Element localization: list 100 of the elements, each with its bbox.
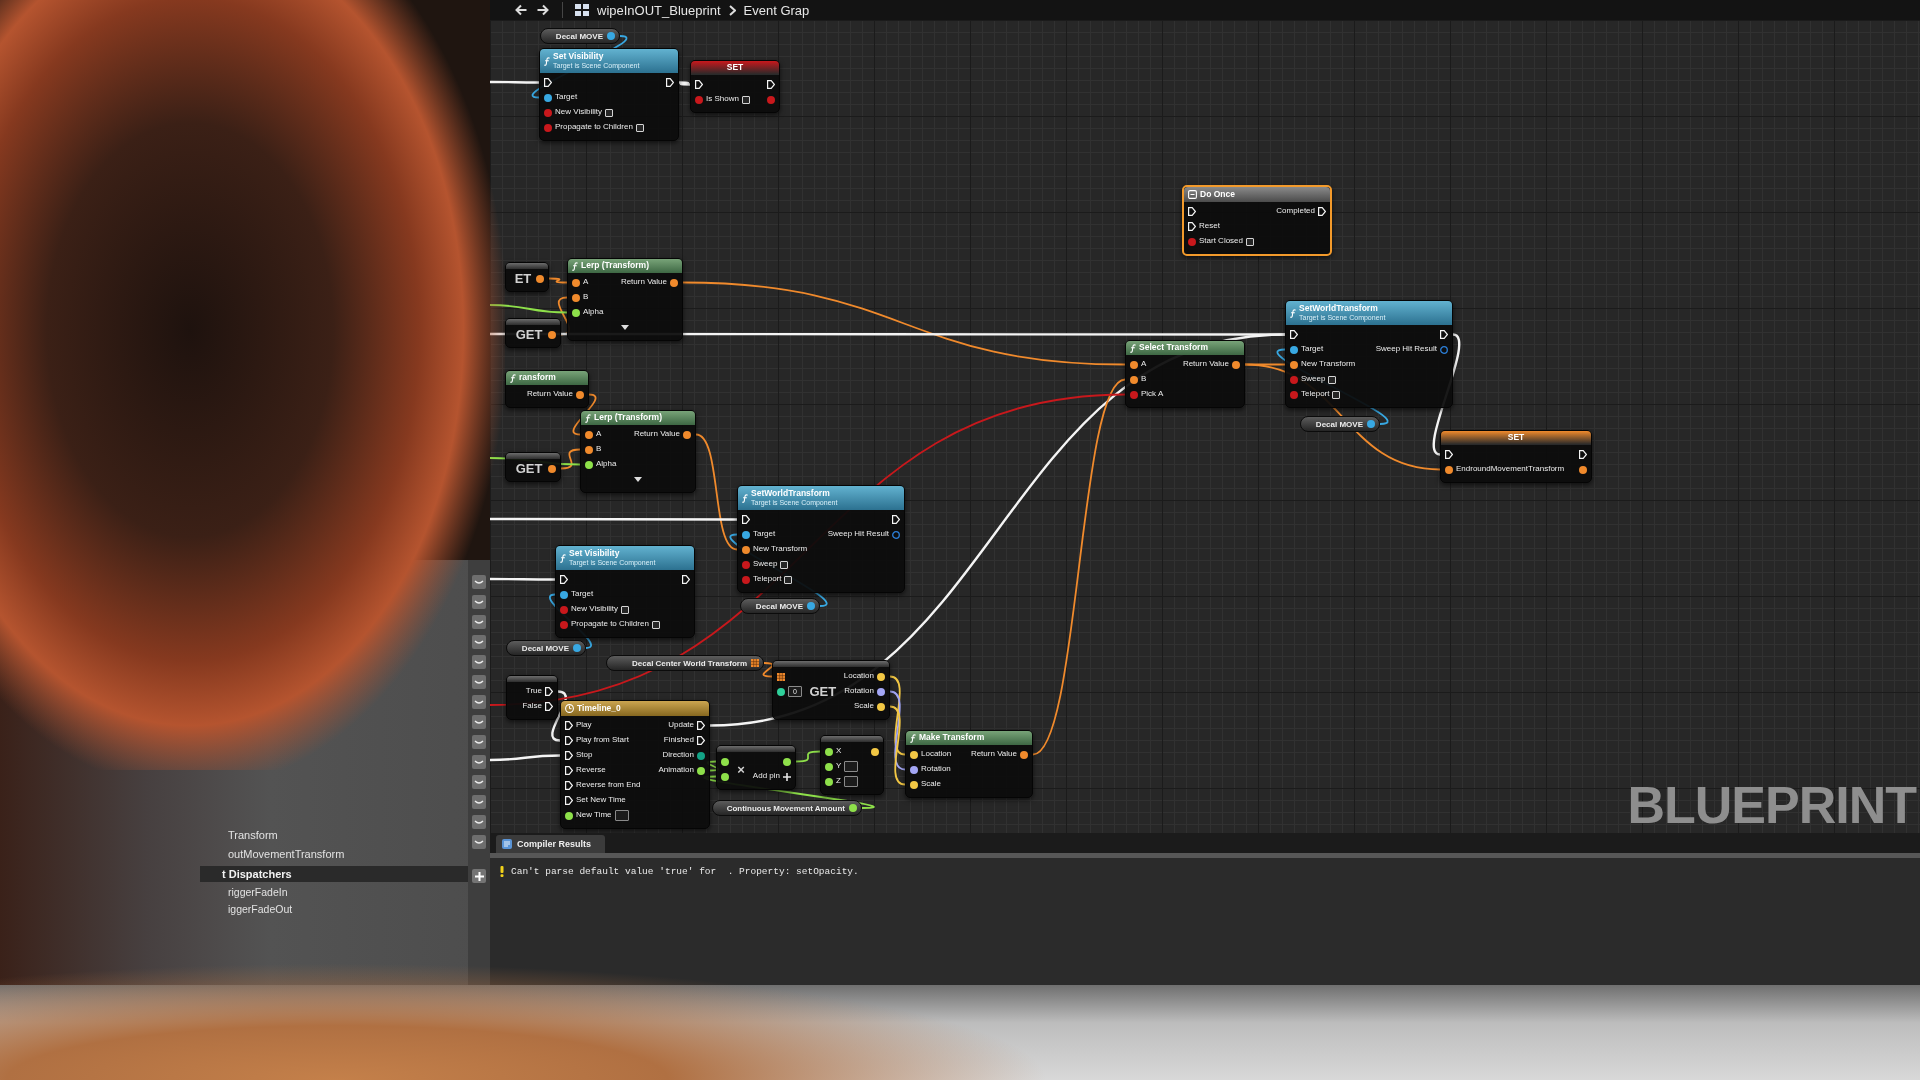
visibility-icon[interactable] (472, 695, 486, 709)
blueprint-node[interactable]: Do Once Reset Start Closed Completed (1182, 185, 1332, 256)
pin-icon[interactable] (576, 390, 584, 399)
variable-item[interactable]: outMovementTransform (0, 845, 468, 864)
pin-icon[interactable] (548, 330, 556, 339)
category-header[interactable]: t Dispatchers (200, 866, 468, 882)
expand-arrow-icon[interactable] (621, 325, 629, 330)
exec-pin-icon[interactable] (1579, 450, 1587, 459)
pin-icon[interactable] (536, 274, 544, 283)
checkbox[interactable] (780, 560, 789, 569)
variable-node[interactable]: Decal MOVE (506, 640, 586, 656)
checkbox[interactable] (1246, 237, 1255, 246)
pin-icon[interactable] (877, 672, 885, 681)
exec-pin-icon[interactable] (1440, 330, 1448, 339)
variable-node[interactable]: Decal MOVE (740, 598, 820, 614)
visibility-icon[interactable] (472, 615, 486, 629)
pin-icon[interactable] (721, 772, 729, 781)
pin-icon[interactable] (572, 308, 580, 317)
pin-icon[interactable] (910, 780, 918, 789)
checkbox[interactable] (621, 605, 629, 614)
pin-icon[interactable] (825, 762, 833, 771)
visibility-icon[interactable] (472, 735, 486, 749)
pin-icon[interactable] (585, 430, 593, 439)
variable-node[interactable]: Decal MOVE (540, 28, 620, 44)
checkbox[interactable] (1328, 375, 1337, 384)
pin-icon[interactable] (777, 687, 785, 696)
blueprint-node[interactable]: X Y Z (820, 735, 884, 795)
checkbox[interactable] (605, 108, 613, 117)
exec-pin-icon[interactable] (1188, 222, 1196, 231)
breadcrumb-item[interactable]: wipeInOUT_Blueprint (597, 2, 721, 18)
exec-pin-icon[interactable] (565, 781, 573, 790)
pin-icon[interactable] (825, 777, 833, 786)
pin-icon[interactable] (1579, 465, 1587, 474)
visibility-icon[interactable] (472, 595, 486, 609)
blueprint-node[interactable]: Timeline_0 Play Play from Start Stop Reverse Reverse from End Set New Time New Time Update Finished Direction Animation (560, 700, 710, 829)
input-field[interactable] (843, 776, 858, 787)
pin-icon[interactable] (721, 757, 729, 766)
pin-icon[interactable] (742, 545, 750, 554)
exec-pin-icon[interactable] (1290, 330, 1298, 339)
blueprint-node[interactable]: Lerp (Transform) A B Alpha Return Value (580, 410, 696, 493)
blueprint-node[interactable]: SET Is Shown (690, 60, 780, 113)
exec-pin-icon[interactable] (892, 515, 900, 524)
exec-pin-icon[interactable] (682, 575, 690, 584)
exec-pin-icon[interactable] (767, 80, 775, 89)
pin-icon[interactable] (572, 293, 580, 302)
pin-icon[interactable] (877, 687, 885, 696)
visibility-icon[interactable] (472, 835, 486, 849)
visibility-icon[interactable] (472, 655, 486, 669)
blueprint-node[interactable]: ransform Return Value (505, 370, 589, 408)
exec-pin-icon[interactable] (565, 721, 573, 730)
visibility-icon[interactable] (472, 775, 486, 789)
blueprint-node[interactable]: Make Transform Location Rotation Scale Return Value (905, 730, 1033, 798)
visibility-icon[interactable] (472, 795, 486, 809)
pin-icon[interactable] (565, 811, 573, 820)
blueprint-node[interactable]: × Add pin (716, 745, 796, 790)
pin-icon[interactable] (910, 765, 918, 774)
breadcrumb-item[interactable]: Event Grap (743, 2, 810, 18)
pin-icon[interactable] (849, 804, 857, 812)
exec-pin-icon[interactable] (565, 766, 573, 775)
input-field[interactable] (614, 810, 629, 821)
pin-icon[interactable] (1020, 750, 1028, 759)
pin-icon[interactable] (1130, 375, 1138, 384)
checkbox[interactable] (651, 620, 660, 629)
exec-pin-icon[interactable] (666, 78, 674, 87)
array-pin-icon[interactable] (777, 672, 785, 681)
pin-icon[interactable] (670, 278, 678, 287)
visibility-icon[interactable] (472, 575, 486, 589)
visibility-icon[interactable] (472, 635, 486, 649)
variable-node[interactable]: Decal Center World Transform (606, 655, 764, 671)
pin-icon[interactable] (877, 702, 885, 711)
pin-icon[interactable] (871, 747, 879, 756)
pin-icon[interactable] (742, 530, 750, 539)
pin-icon[interactable] (697, 751, 705, 760)
add-button[interactable] (472, 869, 486, 883)
pin-icon[interactable] (783, 757, 791, 766)
exec-pin-icon[interactable] (742, 515, 750, 524)
pin-icon[interactable] (910, 750, 918, 759)
pin-icon[interactable] (697, 766, 705, 775)
compiler-results-tab[interactable]: Compiler Results (496, 835, 606, 853)
blueprint-node[interactable]: ET (505, 262, 549, 292)
dispatcher-item[interactable]: iggerFadeOut (0, 901, 468, 918)
exec-pin-icon[interactable] (565, 736, 573, 745)
plus-icon[interactable] (783, 772, 791, 781)
blueprint-node[interactable]: Lerp (Transform) A B Alpha Return Value (567, 258, 683, 341)
exec-pin-icon[interactable] (565, 751, 573, 760)
blueprint-node[interactable]: True False (506, 675, 558, 720)
exec-pin-icon[interactable] (1445, 450, 1453, 459)
checkbox[interactable] (1332, 390, 1341, 399)
pin-icon[interactable] (585, 445, 593, 454)
visibility-icon[interactable] (472, 815, 486, 829)
dispatcher-item[interactable]: riggerFadeIn (0, 884, 468, 901)
pin-icon[interactable] (548, 464, 556, 473)
exec-pin-icon[interactable] (565, 796, 573, 805)
visibility-icon[interactable] (472, 715, 486, 729)
blueprint-node[interactable]: Select Transform A B Pick A Return Value (1125, 340, 1245, 408)
pin-icon[interactable] (1130, 360, 1138, 369)
pin-icon[interactable] (560, 590, 568, 599)
pin-icon[interactable] (1445, 465, 1453, 474)
checkbox[interactable] (635, 123, 644, 132)
blueprint-node[interactable]: GET (505, 452, 561, 482)
